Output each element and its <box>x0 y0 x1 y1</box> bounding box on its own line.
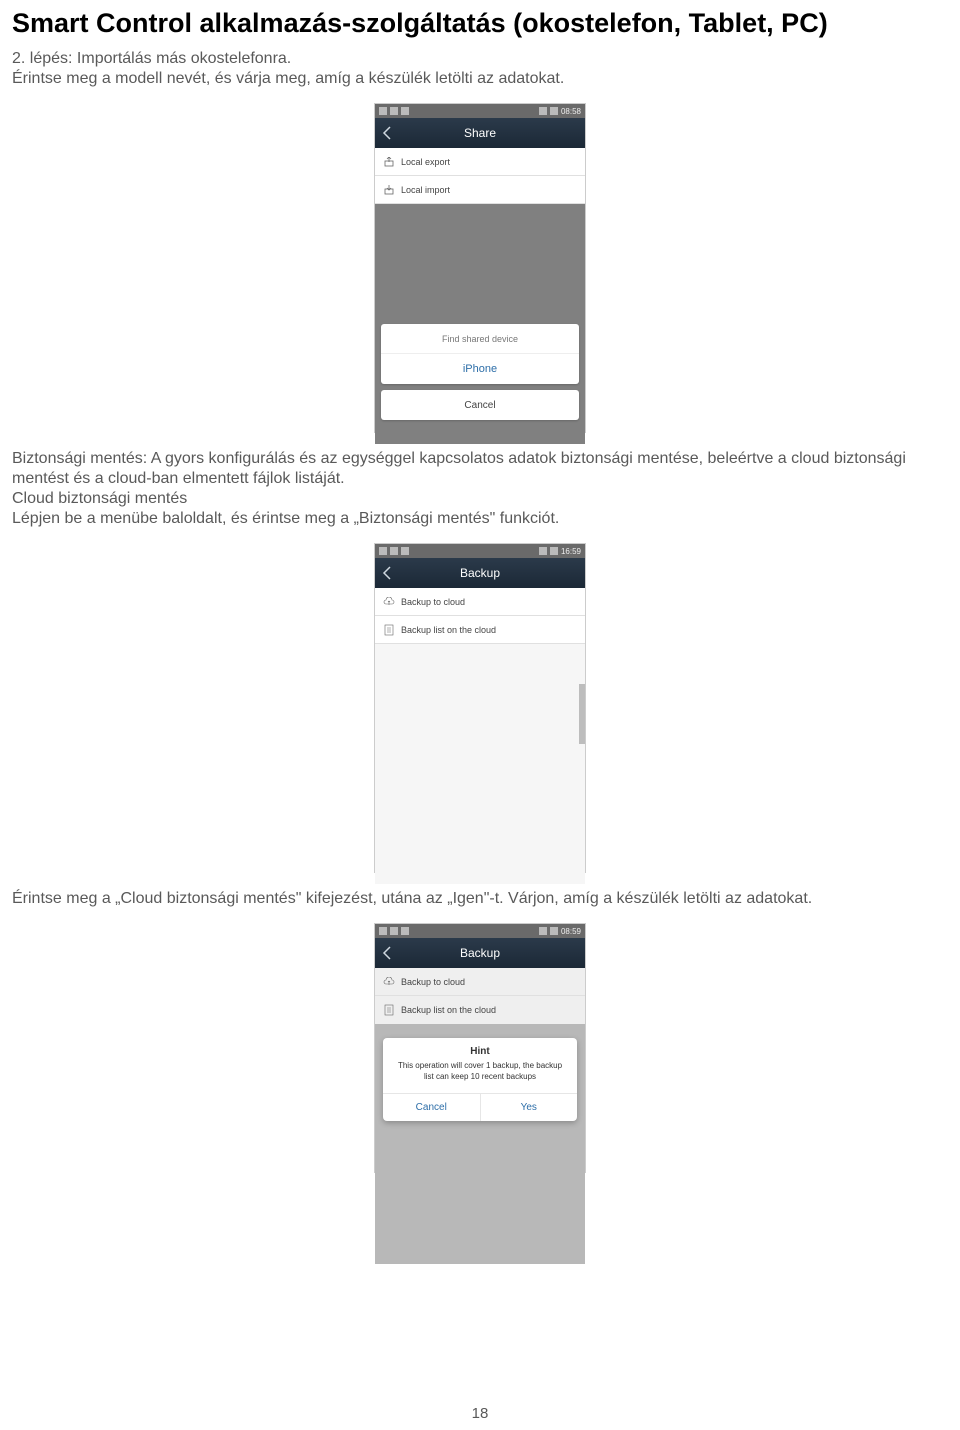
status-icon <box>401 107 409 115</box>
signal-icon <box>539 927 547 935</box>
status-icon <box>379 547 387 555</box>
title-bar: Share <box>375 118 585 148</box>
row-label: Backup to cloud <box>401 597 465 607</box>
signal-icon <box>539 107 547 115</box>
cancel-button[interactable]: Cancel <box>381 390 579 420</box>
status-icon <box>379 107 387 115</box>
title-bar: Backup <box>375 558 585 588</box>
row-local-export[interactable]: Local export <box>375 148 585 176</box>
import-icon <box>383 184 395 196</box>
cancel-button[interactable]: Cancel <box>383 1094 481 1121</box>
status-bar: 08:58 <box>375 104 585 118</box>
phone-screenshot-backup: 16:59 Backup Backup to cloud Backup list… <box>374 543 586 873</box>
action-sheet: Find shared device iPhone Cancel <box>381 324 579 426</box>
intro-paragraph: 2. lépés: Importálás más okostelefonra. … <box>12 49 948 89</box>
status-icon <box>379 927 387 935</box>
status-left-icons <box>379 927 409 935</box>
row-label: Local import <box>401 185 450 195</box>
sheet-device-option[interactable]: iPhone <box>381 354 579 384</box>
status-right-icons: 16:59 <box>539 547 581 556</box>
yes-button[interactable]: Yes <box>481 1094 578 1121</box>
row-label: Backup list on the cloud <box>401 1005 496 1015</box>
page-title: Smart Control alkalmazás-szolgáltatás (o… <box>12 8 948 39</box>
phone-body-overlay: Hint This operation will cover 1 backup,… <box>375 1024 585 1264</box>
hint-dialog: Hint This operation will cover 1 backup,… <box>383 1038 577 1121</box>
list-icon <box>383 624 395 636</box>
status-icon <box>401 547 409 555</box>
status-bar: 16:59 <box>375 544 585 558</box>
row-backup-to-cloud[interactable]: Backup to cloud <box>375 588 585 616</box>
sheet-header: Find shared device <box>381 324 579 354</box>
row-backup-list[interactable]: Backup list on the cloud <box>375 616 585 644</box>
clock: 16:59 <box>561 547 581 556</box>
paragraph-2: Biztonsági mentés: A gyors konfigurálás … <box>12 449 948 529</box>
hint-title: Hint <box>383 1038 577 1061</box>
status-right-icons: 08:58 <box>539 107 581 116</box>
battery-icon <box>550 927 558 935</box>
signal-icon <box>539 547 547 555</box>
row-label: Backup to cloud <box>401 977 465 987</box>
battery-icon <box>550 107 558 115</box>
row-backup-list[interactable]: Backup list on the cloud <box>375 996 585 1024</box>
status-left-icons <box>379 547 409 555</box>
phone-body <box>375 644 585 884</box>
status-bar: 08:59 <box>375 924 585 938</box>
row-local-import[interactable]: Local import <box>375 176 585 204</box>
scrollbar[interactable] <box>579 684 585 744</box>
status-icon <box>390 547 398 555</box>
cloud-up-icon <box>383 596 395 608</box>
hint-message: This operation will cover 1 backup, the … <box>383 1061 577 1093</box>
screen-title: Backup <box>375 566 585 580</box>
row-backup-to-cloud[interactable]: Backup to cloud <box>375 968 585 996</box>
row-label: Local export <box>401 157 450 167</box>
clock: 08:58 <box>561 107 581 116</box>
phone-screenshot-share: 08:58 Share Local export Local import Fi… <box>374 103 586 433</box>
status-icon <box>401 927 409 935</box>
screen-title: Backup <box>375 946 585 960</box>
title-bar: Backup <box>375 938 585 968</box>
status-left-icons <box>379 107 409 115</box>
screen-title: Share <box>375 126 585 140</box>
phone-screenshot-backup-hint: 08:59 Backup Backup to cloud Backup list… <box>374 923 586 1173</box>
row-label: Backup list on the cloud <box>401 625 496 635</box>
clock: 08:59 <box>561 927 581 936</box>
status-right-icons: 08:59 <box>539 927 581 936</box>
battery-icon <box>550 547 558 555</box>
cloud-up-icon <box>383 976 395 988</box>
status-icon <box>390 107 398 115</box>
status-icon <box>390 927 398 935</box>
export-icon <box>383 156 395 168</box>
page-number: 18 <box>0 1405 960 1422</box>
paragraph-3: Érintse meg a „Cloud biztonsági mentés" … <box>12 889 948 909</box>
list-icon <box>383 1004 395 1016</box>
